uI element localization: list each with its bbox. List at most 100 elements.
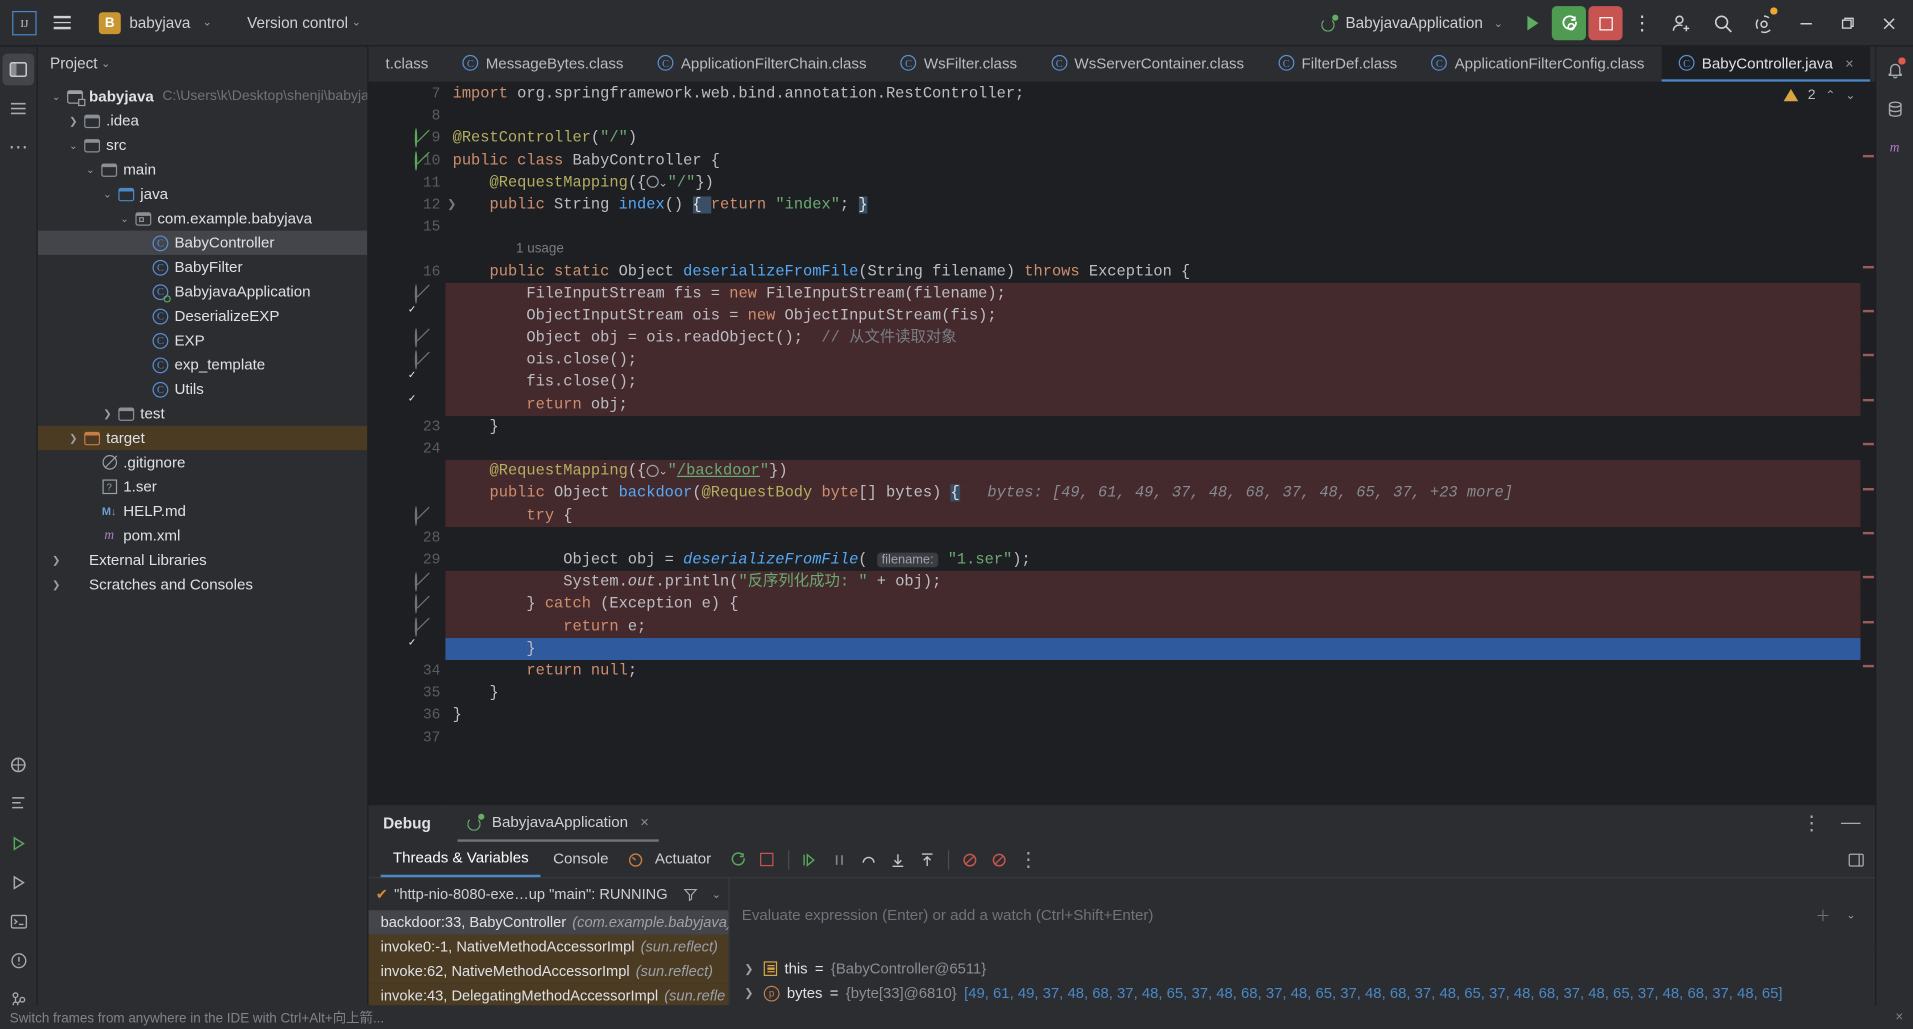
project-tool-icon[interactable] [2, 53, 35, 86]
error-stripe-mark[interactable] [1862, 576, 1874, 579]
step-out-icon[interactable] [913, 845, 942, 874]
project-tree[interactable]: ⌄ babyjava C:\Users\k\Desktop\shenji\babyj… [37, 81, 368, 1029]
error-stripe-mark[interactable] [1862, 620, 1874, 624]
add-account-icon[interactable] [1662, 0, 1701, 46]
code-line[interactable]: return null; [445, 660, 1875, 682]
tree-item-babyjavaapplication[interactable]: C BabyjavaApplication [38, 279, 367, 303]
gutter-line[interactable]: 23 [368, 416, 445, 438]
stack-frame-row[interactable]: backdoor:33, BabyController (com.example.… [368, 910, 729, 935]
chevron-down-icon[interactable]: ⌄ [101, 57, 110, 70]
variable-row[interactable]: ❯ this = {BabyController@6511} [730, 956, 1876, 980]
chevron-up-icon[interactable]: ⌃ [1825, 88, 1835, 101]
debug-session-tab[interactable]: BabyjavaApplication × [457, 806, 659, 842]
maximize-button[interactable] [1828, 0, 1867, 46]
breakpoint-verified-icon[interactable]: ✓ [408, 371, 432, 391]
problems-tool-icon[interactable] [2, 944, 34, 976]
gutter-line[interactable] [368, 327, 445, 349]
gutter-line[interactable] [368, 238, 445, 260]
close-icon[interactable]: × [1845, 54, 1854, 71]
chevron-right-icon[interactable]: ❯ [48, 554, 65, 565]
actuator-icon[interactable] [621, 845, 650, 874]
close-icon[interactable]: × [1895, 1010, 1903, 1025]
breakpoint-muted-icon[interactable] [414, 350, 432, 370]
project-panel-header[interactable]: Project ⌄ [38, 46, 367, 80]
tree-item-deserializeexp[interactable]: C DeserializeEXP [38, 304, 367, 328]
gutter-line[interactable]: ✓ [368, 371, 445, 393]
code-line[interactable]: } [445, 682, 1875, 704]
close-button[interactable] [1869, 0, 1908, 46]
gutter-line[interactable]: 9 [368, 127, 445, 149]
tree-item-exp[interactable]: C EXP [38, 328, 367, 352]
error-stripe-mark[interactable] [1862, 665, 1874, 668]
debug-options-icon[interactable]: ⋮ [1797, 809, 1826, 838]
tab-threads-variables[interactable]: Threads & Variables [380, 842, 541, 877]
structure-tool-icon[interactable] [2, 788, 34, 820]
tree-item-test[interactable]: ❯ test [38, 401, 367, 425]
resume-program-icon[interactable] [795, 845, 824, 874]
code-editor[interactable]: 7 8 9 10 11 12 ❯ 15 16 ✓ ✓ ✓ 23 24 28 29 ✓ 34 35 36 37 impor… [368, 82, 1876, 804]
more-actions-icon[interactable]: ⋮ [1625, 6, 1659, 40]
breakpoint-verified-icon[interactable]: ✓ [408, 305, 432, 324]
stop-debug-icon[interactable] [753, 845, 782, 874]
code-line[interactable]: try { [445, 504, 1876, 527]
variable-row[interactable]: ❯ p bytes = {byte[33]@6810} [49, 61, 49, 37, … [730, 981, 1876, 1005]
run-configuration-selector[interactable]: BabyjavaApplication ⌄ [1311, 11, 1512, 35]
gutter-line[interactable]: 16 [368, 260, 445, 282]
gutter-line[interactable] [368, 505, 445, 527]
editor-tab-babycontroller-java[interactable]: C BabyController.java × [1661, 46, 1871, 82]
search-icon[interactable] [1703, 0, 1742, 46]
code-line[interactable]: FileInputStream fis = new FileInputStrea… [445, 282, 1876, 305]
editor-tab-t-class[interactable]: t.class [368, 46, 445, 81]
run-tool-icon[interactable] [2, 827, 34, 859]
gutter-line[interactable] [368, 460, 445, 482]
run-gutter-icon[interactable] [414, 150, 432, 171]
chevron-down-icon[interactable]: ⌄ [116, 213, 133, 224]
tree-item-scratches-and-consoles[interactable]: ❯ Scratches and Consoles [38, 572, 367, 596]
minimize-button[interactable] [1786, 0, 1825, 46]
version-control-menu[interactable]: Version control ⌄ [237, 10, 370, 34]
tree-item-babyfilter[interactable]: C BabyFilter [38, 255, 367, 279]
notifications-icon[interactable] [1879, 54, 1911, 86]
settings-icon[interactable] [1745, 0, 1784, 46]
run-button[interactable] [1515, 6, 1549, 40]
gutter-line[interactable]: 8 [368, 105, 445, 127]
thread-selector[interactable]: ✔ "http-nio-8080-exe…up "main": RUNNING … [368, 878, 728, 910]
run-gutter-icon[interactable] [414, 128, 432, 149]
code-line[interactable]: Object obj = deserializeFromFile( filena… [445, 549, 1875, 571]
code-line[interactable]: return obj; [445, 393, 1876, 416]
filter-icon[interactable] [684, 887, 699, 902]
debug-tool-icon[interactable] [2, 866, 34, 898]
code-line[interactable]: import org.springframework.web.bind.anno… [445, 83, 1875, 105]
mute-breakpoints-icon[interactable] [984, 845, 1013, 874]
gutter-line[interactable] [368, 571, 445, 593]
code-line[interactable]: public Object backdoor(@RequestBody byte… [445, 482, 1876, 505]
code-line[interactable]: @RequestMapping({⌄"/"}) [445, 172, 1875, 194]
code-line[interactable]: fis.close(); [445, 371, 1876, 394]
editor-tab-applicationfilterchain-class[interactable]: C ApplicationFilterChain.class [641, 46, 884, 81]
code-line[interactable] [445, 438, 1875, 460]
gutter-line[interactable]: 36 [368, 704, 445, 726]
chevron-right-icon[interactable]: ❯ [744, 962, 756, 975]
breakpoint-current-icon[interactable] [415, 485, 432, 502]
gutter-line[interactable]: 28 [368, 527, 445, 549]
gutter-line[interactable]: ✓ [368, 638, 445, 660]
error-stripe-mark[interactable] [1862, 309, 1874, 313]
pause-program-icon[interactable] [825, 845, 854, 874]
code-line[interactable] [445, 527, 1875, 549]
terminal-tool-icon[interactable] [2, 905, 34, 937]
tree-item-external-libraries[interactable]: ❯ External Libraries [38, 548, 367, 572]
code-line[interactable]: System.out.println("反序列化成功: " + obj); [445, 571, 1876, 594]
tree-item-pom-xml[interactable]: m pom.xml [38, 523, 367, 547]
tab-actuator[interactable]: Actuator [650, 844, 723, 876]
inspection-widget[interactable]: 2 ⌃ ⌄ [1783, 88, 1856, 102]
more-tools-icon[interactable]: ⋯ [2, 132, 34, 164]
step-into-icon[interactable] [883, 845, 912, 874]
error-stripe-mark[interactable] [1862, 487, 1874, 490]
gutter-line[interactable]: 37 [368, 726, 445, 748]
gutter-line[interactable]: 24 [368, 438, 445, 460]
chevron-right-icon[interactable]: ❯ [65, 115, 82, 126]
tree-item-java[interactable]: ⌄ java [38, 182, 367, 206]
breakpoint-muted-icon[interactable] [414, 572, 432, 592]
tree-item-babycontroller[interactable]: C BabyController [37, 230, 368, 255]
breakpoint-muted-icon[interactable] [414, 505, 432, 526]
